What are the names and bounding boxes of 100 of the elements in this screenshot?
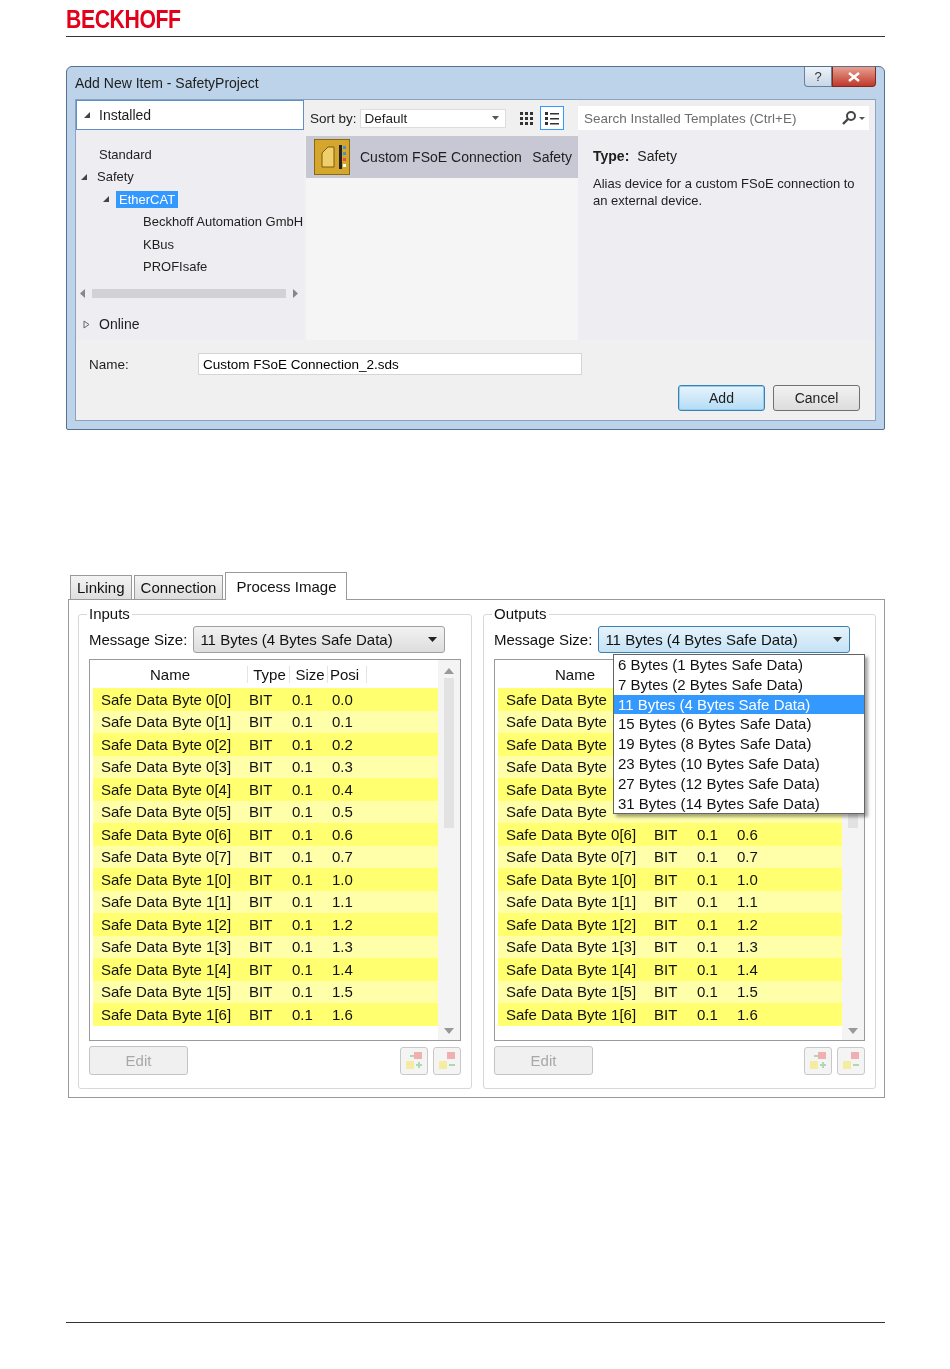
dropdown-option[interactable]: 31 Bytes (14 Bytes Safe Data) <box>614 793 864 814</box>
list-icon <box>543 110 560 126</box>
mapping-add-icon <box>403 1049 425 1072</box>
table-cell-text: Safe Data Byte 0[1] <box>100 713 233 731</box>
table-cell-text: BIT <box>653 870 679 888</box>
table-cell-text: 1.1 <box>736 893 759 911</box>
list-view-button[interactable] <box>539 106 564 130</box>
table-cell-text: 0.1 <box>291 848 314 866</box>
message-size-label: Message Size: <box>494 631 593 648</box>
table-cell-text: Safe Data Byte 0[3] <box>100 758 233 776</box>
dropdown-option[interactable]: 27 Bytes (12 Bytes Safe Data) <box>614 773 864 794</box>
table-cell-text: Safe Data Byte 1[6] <box>505 1005 638 1023</box>
table-cell-text: Safe Data Byte 1[4] <box>505 960 638 978</box>
table-cell-text: BIT <box>653 960 679 978</box>
table-cell-text: BIT <box>248 713 274 731</box>
up-arrow-icon[interactable] <box>444 668 454 674</box>
tab[interactable]: Connection <box>133 575 224 599</box>
table-cell-text: BIT <box>248 915 274 933</box>
table-cell-text: BIT <box>248 848 274 866</box>
column-header[interactable]: Posi <box>327 665 367 683</box>
table-cell-text: BIT <box>248 780 274 798</box>
close-button[interactable] <box>832 67 876 87</box>
table-cell-text: 1.5 <box>331 983 354 1001</box>
column-header[interactable]: Size <box>289 665 327 683</box>
search-icon[interactable] <box>841 111 865 125</box>
column-header[interactable]: Name <box>93 665 247 683</box>
expanded-arrow-icon[interactable] <box>83 111 91 119</box>
table-cell-text: 0.4 <box>331 780 354 798</box>
table-cell-text: BIT <box>248 938 274 956</box>
column-header[interactable]: Type <box>247 665 289 683</box>
message-size-label: Message Size: <box>89 631 188 648</box>
dropdown-option[interactable]: 23 Bytes (10 Bytes Safe Data) <box>614 754 864 774</box>
table-cell-text: 0.1 <box>291 870 314 888</box>
name-label: Name: <box>89 356 130 372</box>
help-button[interactable]: ? <box>804 67 832 87</box>
caret-icon <box>428 637 438 642</box>
remove-mapping-button[interactable] <box>837 1046 865 1075</box>
table-cell-text: BIT <box>248 870 274 888</box>
table-cell-text: 0.1 <box>291 803 314 821</box>
tab[interactable]: Process Image <box>225 572 348 600</box>
add-button[interactable]: Add <box>678 385 765 411</box>
dropdown-option[interactable]: 19 Bytes (8 Bytes Safe Data) <box>614 734 864 754</box>
tree-section[interactable]: Online <box>76 309 304 339</box>
down-arrow-icon[interactable] <box>848 1028 858 1034</box>
tree-item[interactable]: Standard <box>96 145 155 163</box>
table-cell-text: 0.1 <box>696 960 719 978</box>
message-size-dropdown[interactable]: 11 Bytes (4 Bytes Safe Data) <box>598 626 851 653</box>
tab[interactable]: Linking <box>70 575 132 599</box>
table-cell-text: 0.1 <box>291 938 314 956</box>
table-cell-text: 1.5 <box>736 983 759 1001</box>
table-cell-text: Safe Data Byte 1[1] <box>100 893 233 911</box>
table-cell-text: 0.7 <box>736 848 759 866</box>
table-cell-text: 1.6 <box>736 1005 759 1023</box>
down-arrow-icon[interactable] <box>444 1028 454 1034</box>
table-cell-text: Safe Data Byte 1[2] <box>100 915 233 933</box>
tree-item[interactable]: Safety <box>94 168 137 186</box>
expanded-arrow-icon[interactable] <box>80 172 88 181</box>
add-mapping-button[interactable] <box>400 1046 428 1075</box>
dropdown-option[interactable]: 6 Bytes (1 Bytes Safe Data) <box>614 655 864 675</box>
dropdown-option[interactable]: 15 Bytes (6 Bytes Safe Data) <box>614 714 864 735</box>
table-cell-text: BIT <box>248 1005 274 1023</box>
right-arrow-icon[interactable] <box>292 288 298 298</box>
cancel-button[interactable]: Cancel <box>773 385 860 411</box>
table-cell-text: 0.1 <box>291 713 314 731</box>
table-cell-text: Safe Data Byte 1[0] <box>100 870 233 888</box>
table-cell-text: BIT <box>248 735 274 753</box>
table-cell-text: BIT <box>653 893 679 911</box>
tree-item[interactable]: Beckhoff Automation GmbH <box>140 213 307 231</box>
type-label: Type: <box>593 148 630 164</box>
table-cell-text: Safe Data Byte <box>505 713 607 731</box>
table-cell-text: 0.3 <box>331 758 354 776</box>
name-field[interactable]: Custom FSoE Connection_2.sds <box>198 353 582 375</box>
search-field[interactable]: Search Installed Templates (Ctrl+E) <box>578 106 869 130</box>
vertical-scrollbar[interactable] <box>438 660 460 1040</box>
table-cell-text: 0.1 <box>696 915 719 933</box>
sort-dropdown[interactable]: Default <box>359 108 506 128</box>
table-cell-text: 0.1 <box>291 825 314 843</box>
tree-section[interactable]: Installed <box>76 100 304 130</box>
dropdown-option[interactable]: 7 Bytes (2 Bytes Safe Data) <box>614 674 864 695</box>
table-cell-text: BIT <box>653 825 679 843</box>
table-cell-text: 1.4 <box>331 960 354 978</box>
table-cell-text: 0.1 <box>696 825 719 843</box>
left-arrow-icon[interactable] <box>80 288 86 298</box>
table-cell-text: 0.5 <box>331 803 354 821</box>
table-cell-text: 0.2 <box>331 735 354 753</box>
table-cell-text: BIT <box>653 915 679 933</box>
grid-icon <box>517 110 534 126</box>
expanded-arrow-icon[interactable] <box>102 195 110 204</box>
tree-item[interactable]: KBus <box>140 235 178 253</box>
table-cell-text: Safe Data Byte 1[3] <box>505 938 638 956</box>
template-item[interactable]: Custom FSoE Connection Safety <box>306 136 578 178</box>
add-mapping-button[interactable] <box>804 1046 832 1075</box>
collapsed-arrow-icon[interactable] <box>83 319 91 329</box>
table-cell-text: BIT <box>248 960 274 978</box>
table-cell-text: Safe Data Byte 0[2] <box>100 735 233 753</box>
table-cell-text: 0.1 <box>291 690 314 708</box>
remove-mapping-button[interactable] <box>433 1046 461 1075</box>
message-size-dropdown[interactable]: 11 Bytes (4 Bytes Safe Data) <box>193 626 446 653</box>
table-cell-text: 0.1 <box>291 735 314 753</box>
tree-item[interactable]: PROFIsafe <box>140 258 211 276</box>
